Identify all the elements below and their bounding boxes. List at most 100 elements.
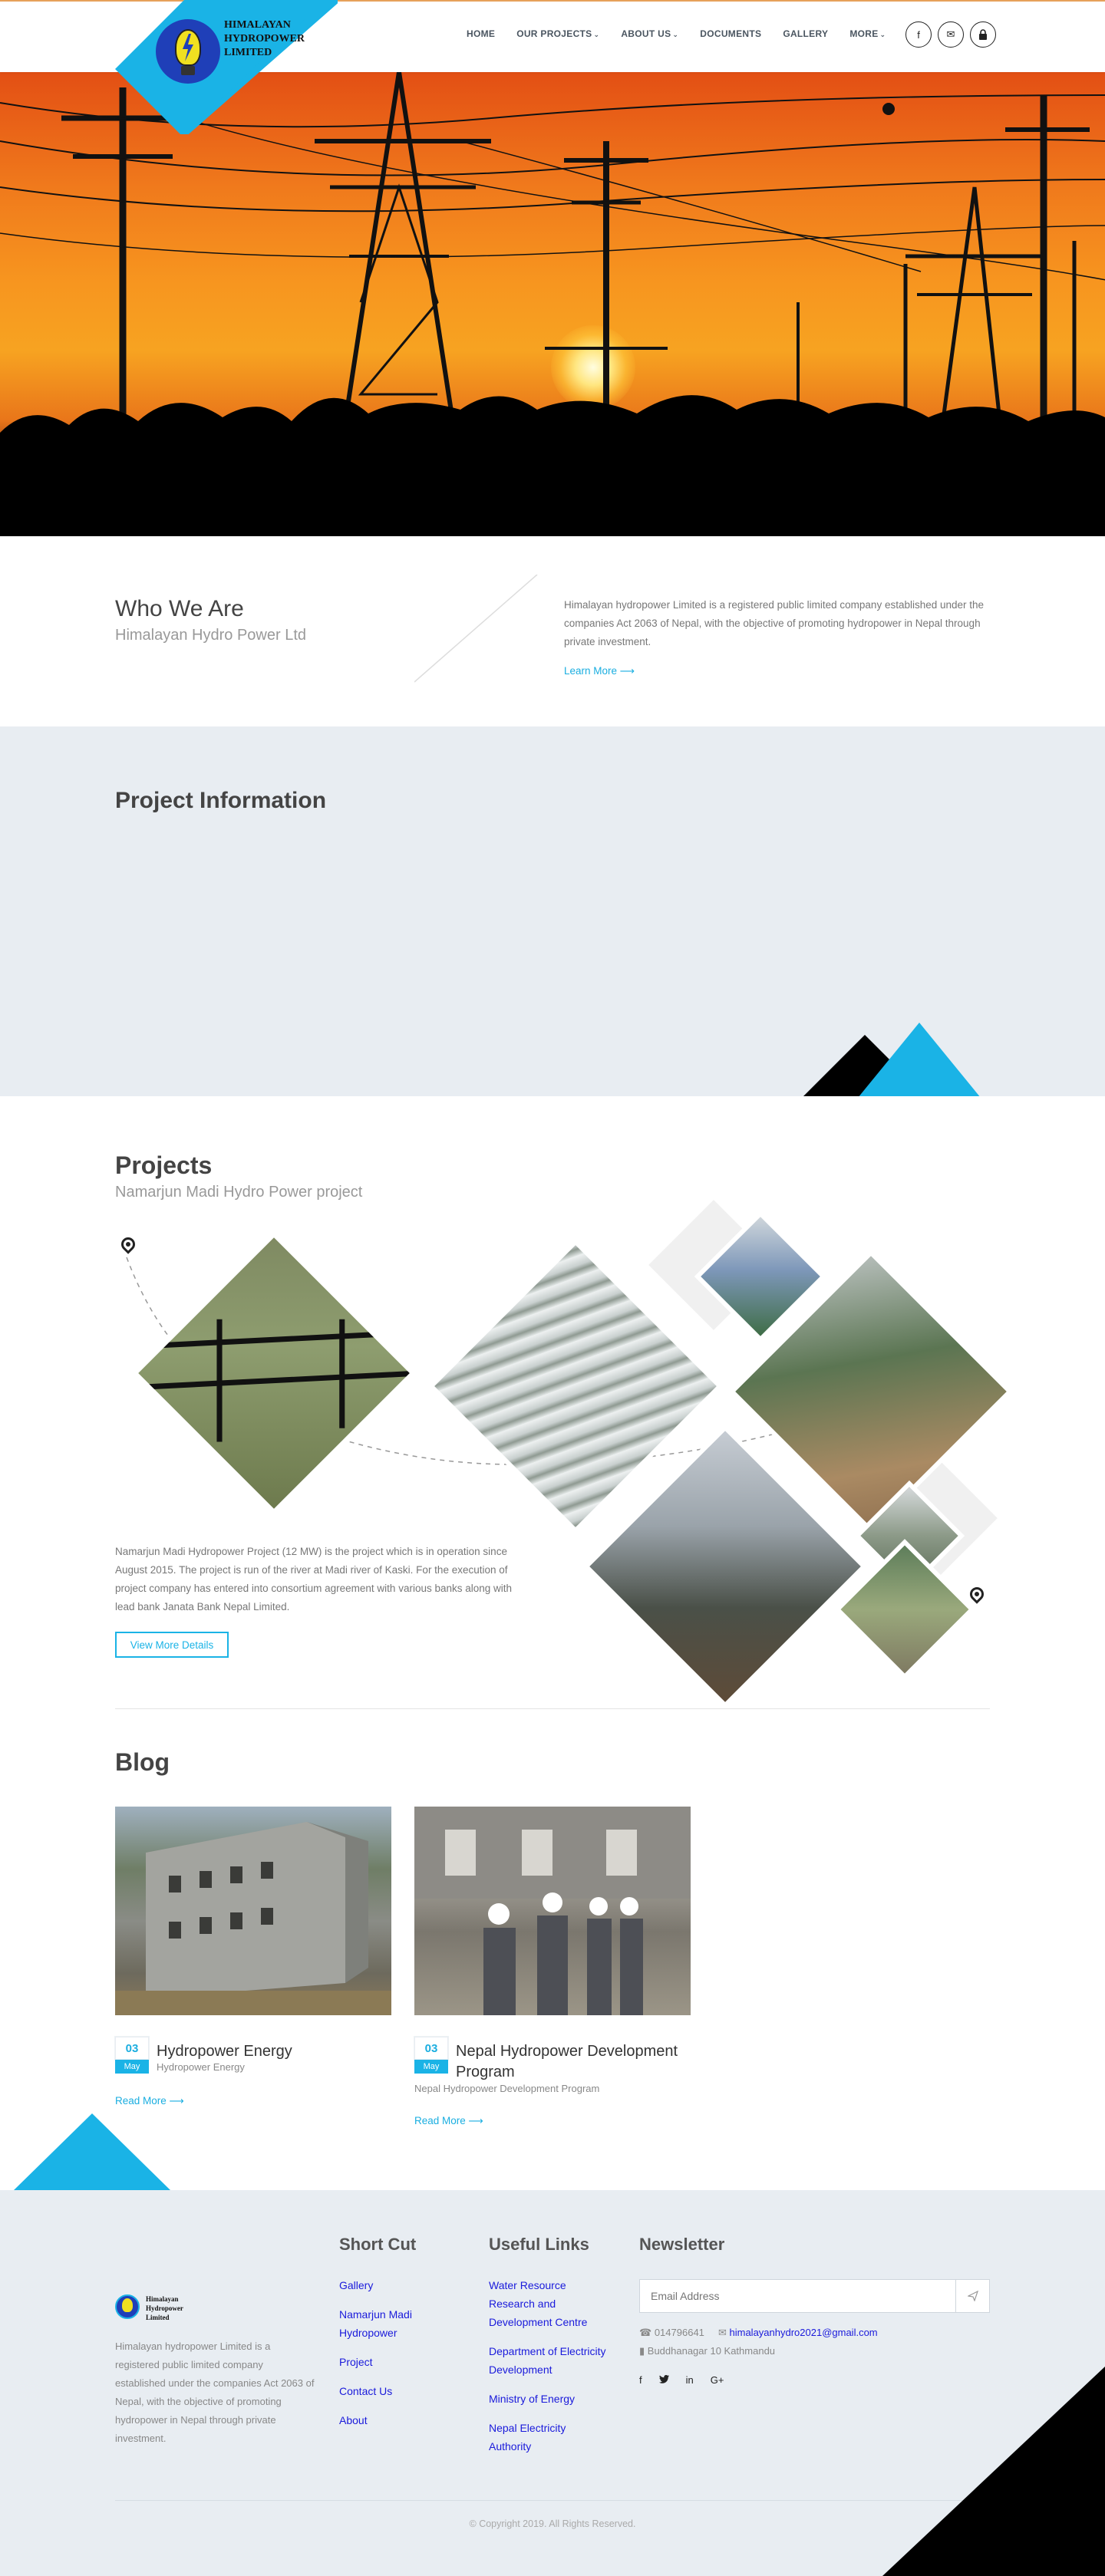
decorative-black-triangle (882, 2367, 1105, 2576)
powerhouse-building-photo (115, 1822, 391, 2015)
useful-links-title: Useful Links (489, 2235, 589, 2254)
footer-logo-line-2: Hydropower (146, 2304, 183, 2312)
header-social-links: f ✉ (905, 21, 996, 48)
nav-gallery[interactable]: GALLERY (783, 28, 828, 39)
shortcut-link-project[interactable]: Project (339, 2353, 454, 2371)
read-more-link[interactable]: Read More ⟶ (414, 2115, 483, 2127)
newsletter-email-input[interactable] (640, 2280, 955, 2312)
shortcut-list: Gallery Namarjun Madi Hydropower Project… (339, 2276, 454, 2440)
nav-home-label: HOME (467, 28, 496, 39)
send-icon[interactable] (955, 2280, 989, 2312)
envelope-icon[interactable]: ✉ (938, 21, 964, 48)
logo-line-3: LIMITED (224, 47, 272, 58)
useful-link-water-resource[interactable]: Water Resource Research and Development … (489, 2276, 604, 2331)
logo-line-1: HIMALAYAN (224, 19, 291, 31)
blog-date-badge: 03 May (115, 2037, 149, 2074)
blog-post-image[interactable] (115, 1807, 391, 2015)
who-subtitle: Himalayan Hydro Power Ltd (115, 627, 306, 644)
footer-email[interactable]: himalayanhydro2021@gmail.com (730, 2327, 878, 2338)
who-description: Himalayan hydropower Limited is a regist… (564, 599, 985, 647)
section-divider (115, 1708, 990, 1709)
blog-post-title[interactable]: Nepal Hydropower Development Program (456, 2041, 694, 2083)
chevron-down-icon: ⌄ (593, 31, 600, 38)
building-icon: ▮ (639, 2345, 645, 2357)
read-more-link[interactable]: Read More ⟶ (115, 2095, 184, 2107)
useful-link-ministry-energy[interactable]: Ministry of Energy (489, 2390, 619, 2408)
nav-gallery-label: GALLERY (783, 28, 829, 39)
newsletter-form (639, 2279, 990, 2313)
blog-post-category: Hydropower Energy (157, 2061, 245, 2073)
shortcut-link-contact[interactable]: Contact Us (339, 2382, 454, 2400)
useful-link-nea[interactable]: Nepal Electricity Authority (489, 2419, 573, 2456)
site-logo[interactable]: HIMALAYAN HYDROPOWER LIMITED (115, 0, 338, 134)
who-title: Who We Are (115, 596, 244, 621)
project-information-section: Project Information (0, 726, 1105, 1096)
decorative-blue-triangle (858, 1023, 981, 1096)
footer-phone: 014796641 (654, 2327, 704, 2338)
logo-bulb-base (181, 66, 195, 75)
main-nav: HOME OUR PROJECTS ⌄ ABOUT US ⌄ DOCUMENTS G… (467, 28, 907, 39)
lightbulb-icon (122, 2298, 133, 2312)
footer-address: Buddhanagar 10 Kathmandu (647, 2345, 776, 2357)
view-more-details-button[interactable]: View More Details (115, 1632, 229, 1658)
blog-date-badge: 03 May (414, 2037, 448, 2074)
diagonal-divider (414, 575, 538, 728)
google-plus-icon[interactable]: G+ (711, 2374, 724, 2386)
project-description: Namarjun Madi Hydropower Project (12 MW)… (115, 1546, 513, 1612)
who-we-are-section: Who We Are Himalayan Hydro Power Ltd Him… (0, 536, 1105, 726)
shortcut-link-namarjun-madi[interactable]: Namarjun Madi Hydropower (339, 2305, 431, 2342)
lock-icon[interactable] (970, 21, 996, 48)
nav-more[interactable]: MORE ⌄ (849, 28, 886, 39)
hero-power-lines-image (0, 72, 1105, 536)
learn-more-link[interactable]: Learn More ⟶ (564, 665, 635, 677)
nav-our-projects[interactable]: OUR PROJECTS ⌄ (516, 28, 599, 39)
twitter-icon[interactable] (658, 2374, 669, 2386)
nav-documents[interactable]: DOCUMENTS (700, 28, 761, 39)
useful-link-doed[interactable]: Department of Electricity Development (489, 2342, 619, 2379)
shortcut-link-about[interactable]: About (339, 2411, 454, 2429)
footer-logo-line-3: Limited (146, 2314, 170, 2321)
blog-title: Blog (115, 1748, 170, 1776)
footer-contact: ☎ 014796641 ✉ himalayanhydro2021@gmail.c… (639, 2324, 878, 2360)
footer-about-text: Himalayan hydropower Limited is a regist… (115, 2340, 315, 2444)
hero-banner (0, 72, 1105, 536)
blog-card: 03 May Hydropower Energy Hydropower Ener… (115, 1807, 391, 2107)
decorative-blue-triangle (14, 2113, 170, 2190)
footer-logo-line-1: Himalayan (146, 2295, 179, 2303)
map-pin-icon (967, 1584, 987, 1604)
blog-month: May (414, 2060, 448, 2074)
site-visit-photo (414, 1807, 691, 2015)
projects-subtitle: Namarjun Madi Hydro Power project (115, 1184, 363, 1201)
chevron-down-icon: ⌄ (672, 31, 679, 38)
nav-documents-label: DOCUMENTS (700, 28, 762, 39)
chevron-down-icon: ⌄ (879, 31, 886, 38)
footer-logo[interactable]: Himalayan Hydropower Limited (115, 2291, 192, 2322)
newsletter-title: Newsletter (639, 2235, 725, 2254)
nav-about-us[interactable]: ABOUT US ⌄ (621, 28, 678, 39)
footer-social-links: f in G+ (639, 2374, 724, 2386)
nav-more-label: MORE (849, 28, 879, 39)
phone-icon: ☎ (639, 2327, 652, 2338)
linkedin-icon[interactable]: in (686, 2374, 694, 2386)
facebook-icon[interactable]: f (905, 21, 932, 48)
blog-post-category: Nepal Hydropower Development Program (414, 2083, 600, 2094)
footer-logo-text: Himalayan Hydropower Limited (146, 2294, 207, 2322)
site-footer: Himalayan Hydropower Limited Himalayan h… (0, 2190, 1105, 2576)
blog-section: Blog 03 May Hydropower Energy Hydropower… (0, 1710, 1105, 2190)
shortcut-link-gallery[interactable]: Gallery (339, 2276, 454, 2294)
nav-home[interactable]: HOME (467, 28, 495, 39)
blog-post-title[interactable]: Hydropower Energy (157, 2041, 394, 2062)
envelope-icon: ✉ (717, 2327, 727, 2338)
facebook-icon[interactable]: f (639, 2374, 642, 2386)
blog-card: 03 May Nepal Hydropower Development Prog… (414, 1807, 691, 2126)
projects-section: Projects Namarjun Madi Hydro Power proje… (0, 1096, 1105, 1710)
lightbulb-icon (175, 29, 201, 66)
nav-about-us-label: ABOUT US (621, 28, 671, 39)
shortcut-title: Short Cut (339, 2235, 417, 2254)
nav-our-projects-label: OUR PROJECTS (516, 28, 592, 39)
blog-post-image[interactable] (414, 1807, 691, 2015)
useful-links-list: Water Resource Research and Development … (489, 2276, 619, 2466)
project-information-title: Project Information (115, 788, 327, 813)
footer-divider (115, 2500, 990, 2501)
logo-line-2: HYDROPOWER (224, 33, 305, 44)
